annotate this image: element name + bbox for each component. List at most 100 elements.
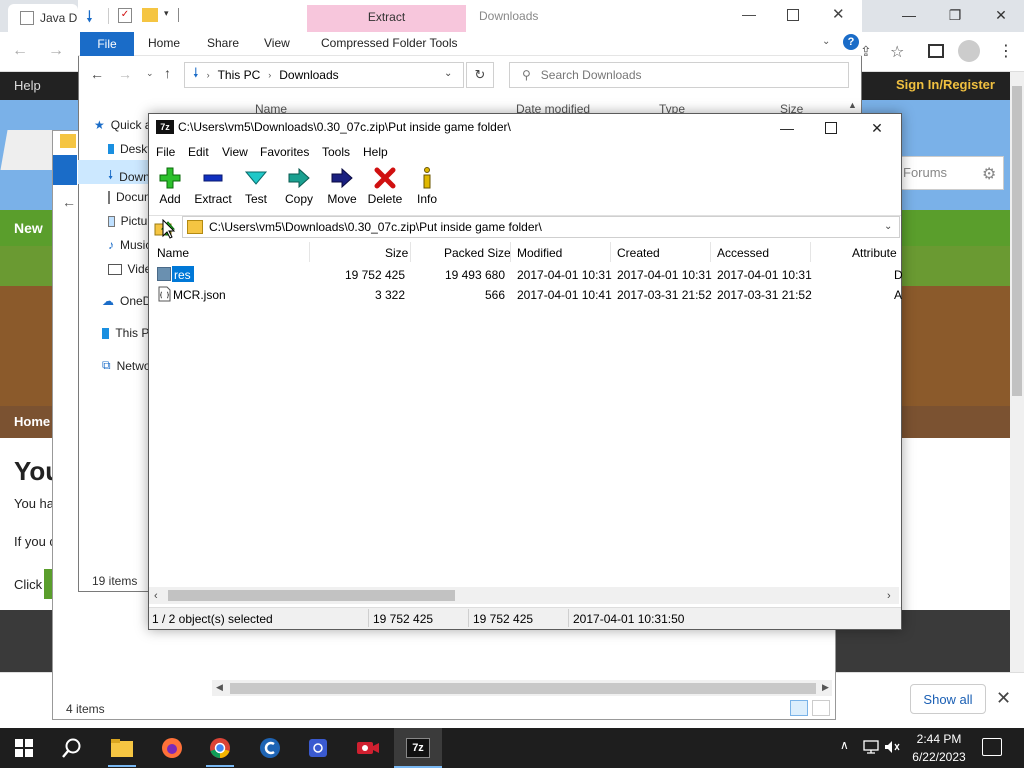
start-button[interactable] — [0, 728, 48, 768]
nav-quick-access[interactable]: ★Quick access — [94, 118, 150, 132]
browser-back-icon[interactable]: ← — [12, 42, 28, 60]
menu-edit[interactable]: Edit — [188, 145, 209, 159]
menu-favorites[interactable]: Favorites — [260, 145, 309, 159]
test-button[interactable]: Test — [234, 166, 278, 210]
column-divider[interactable] — [810, 242, 811, 262]
breadcrumb-this-pc[interactable]: This PC — [218, 68, 261, 82]
address-dropdown-icon[interactable]: ⌄ — [444, 68, 452, 79]
column-size[interactable]: Size — [385, 246, 408, 260]
notification-icon[interactable] — [982, 738, 1002, 756]
bookmark-star-icon[interactable]: ☆ — [890, 42, 904, 62]
site-home-link[interactable]: Home — [14, 414, 50, 429]
ribbon-tab-compressed-folder-tools[interactable]: Compressed Folder Tools — [321, 36, 458, 50]
column-divider[interactable] — [710, 242, 711, 262]
search-input[interactable]: ⚲ Search Downloads — [509, 62, 849, 88]
path-combobox[interactable]: C:\Users\vm5\Downloads\0.30_07c.zip\Put … — [182, 216, 900, 238]
browser-scroll-thumb[interactable] — [1012, 86, 1022, 396]
gear-icon[interactable]: ⚙ — [982, 164, 996, 184]
qat-dropdown-icon[interactable]: ▾ — [164, 8, 169, 19]
details-view-icon[interactable] — [790, 700, 808, 716]
ribbon-tab-file[interactable]: File — [80, 32, 134, 56]
7zip-hscroll-thumb[interactable] — [168, 590, 455, 601]
explorer-behind-hscroll-thumb[interactable] — [230, 683, 816, 694]
scroll-right-icon[interactable]: ▶ — [822, 682, 829, 693]
column-name[interactable]: Name — [157, 246, 189, 260]
breadcrumb-downloads[interactable]: Downloads — [279, 68, 338, 82]
explorer-minimize-button[interactable]: — — [742, 6, 756, 22]
ribbon-tab-share[interactable]: Share — [207, 36, 239, 50]
menu-tools[interactable]: Tools — [322, 145, 350, 159]
nav-forward-icon[interactable]: → — [118, 66, 132, 82]
browser-tab[interactable]: Java D — [8, 4, 78, 32]
menu-file[interactable]: File — [156, 145, 175, 159]
download-bar-close-icon[interactable]: ✕ — [996, 688, 1011, 709]
explorer-behind-file-tab[interactable] — [53, 155, 77, 185]
extract-button[interactable]: Extract — [191, 166, 235, 210]
browser-menu-icon[interactable]: ⋮ — [998, 41, 1014, 61]
search-icon: ⚲ — [522, 68, 531, 82]
scroll-right-icon[interactable]: › — [887, 590, 891, 602]
7zip-close-button[interactable]: ✕ — [854, 114, 900, 142]
7zip-minimize-button[interactable]: — — [764, 114, 810, 142]
ribbon-tab-home[interactable]: Home — [148, 36, 180, 50]
nav-up-icon[interactable]: ↑ — [164, 65, 171, 81]
7zip-maximize-button[interactable] — [808, 114, 854, 142]
info-button[interactable]: Info — [405, 166, 449, 210]
nav-back-icon[interactable]: ← — [90, 66, 104, 82]
site-news-link[interactable]: New — [14, 220, 43, 236]
move-button[interactable]: Move — [320, 166, 364, 210]
ribbon-tab-view[interactable]: View — [264, 36, 290, 50]
column-packed-size[interactable]: Packed Size — [444, 246, 511, 260]
show-all-button[interactable]: Show all — [910, 684, 986, 714]
explorer-maximize-button[interactable] — [787, 9, 799, 21]
browser-close-button[interactable]: ✕ — [978, 0, 1024, 30]
sidebar-icon[interactable] — [928, 44, 944, 58]
delete-button[interactable]: Delete — [363, 166, 407, 210]
scroll-left-icon[interactable]: ◀ — [216, 682, 223, 693]
profile-avatar[interactable] — [958, 40, 980, 62]
properties-icon[interactable]: ✓ — [118, 8, 132, 23]
ribbon-expand-icon[interactable]: ⌄ — [822, 36, 830, 47]
copy-button[interactable]: Copy — [277, 166, 321, 210]
path-dropdown-icon[interactable]: ⌄ — [884, 221, 892, 232]
browser-restore-button[interactable]: ❐ — [932, 0, 978, 30]
column-attribute[interactable]: Attribute — [852, 246, 899, 260]
taskbar-chrome[interactable] — [196, 728, 244, 768]
download-icon: 🠗 — [108, 168, 114, 182]
taskbar-recorder[interactable] — [344, 728, 392, 768]
explorer-behind-back-icon[interactable]: ← — [62, 194, 76, 210]
column-divider[interactable] — [410, 242, 411, 262]
browser-forward-icon[interactable]: → — [48, 42, 64, 60]
refresh-button[interactable]: ↻ — [466, 62, 494, 88]
tab-favicon-icon — [20, 11, 34, 25]
column-accessed[interactable]: Accessed — [717, 246, 769, 260]
tray-overflow-icon[interactable]: ∧ — [840, 738, 849, 752]
column-divider[interactable] — [610, 242, 611, 262]
site-help-link[interactable]: Help — [14, 78, 41, 93]
column-divider[interactable] — [510, 242, 511, 262]
site-signin-link[interactable]: Sign In/Register — [896, 77, 995, 92]
address-bar[interactable]: 🠗 › This PC › Downloads — [184, 62, 464, 88]
taskbar-search-button[interactable] — [48, 728, 96, 768]
taskbar-firefox[interactable] — [148, 728, 196, 768]
browser-minimize-button[interactable]: — — [886, 0, 932, 30]
explorer-close-button[interactable]: ✕ — [832, 5, 845, 23]
scroll-left-icon[interactable]: ‹ — [154, 590, 158, 602]
new-folder-icon[interactable] — [142, 8, 158, 22]
volume-icon[interactable] — [884, 740, 900, 754]
menu-help[interactable]: Help — [363, 145, 388, 159]
network-icon[interactable] — [862, 740, 880, 754]
add-button[interactable]: Add — [148, 166, 192, 210]
scroll-up-icon[interactable]: ▲ — [848, 100, 857, 110]
taskbar-ccleaner[interactable] — [246, 728, 294, 768]
column-divider[interactable] — [309, 242, 310, 262]
help-icon[interactable]: ? — [843, 34, 859, 50]
taskbar-app[interactable] — [294, 728, 342, 768]
column-created[interactable]: Created — [617, 246, 660, 260]
recent-locations-icon[interactable]: ⌄ — [146, 68, 154, 79]
menu-view[interactable]: View — [222, 145, 248, 159]
taskbar-clock[interactable]: 2:44 PM 6/22/2023 — [904, 730, 974, 766]
taskbar-file-explorer[interactable] — [98, 728, 146, 768]
column-modified[interactable]: Modified — [517, 246, 562, 260]
large-icons-view-icon[interactable] — [812, 700, 830, 716]
